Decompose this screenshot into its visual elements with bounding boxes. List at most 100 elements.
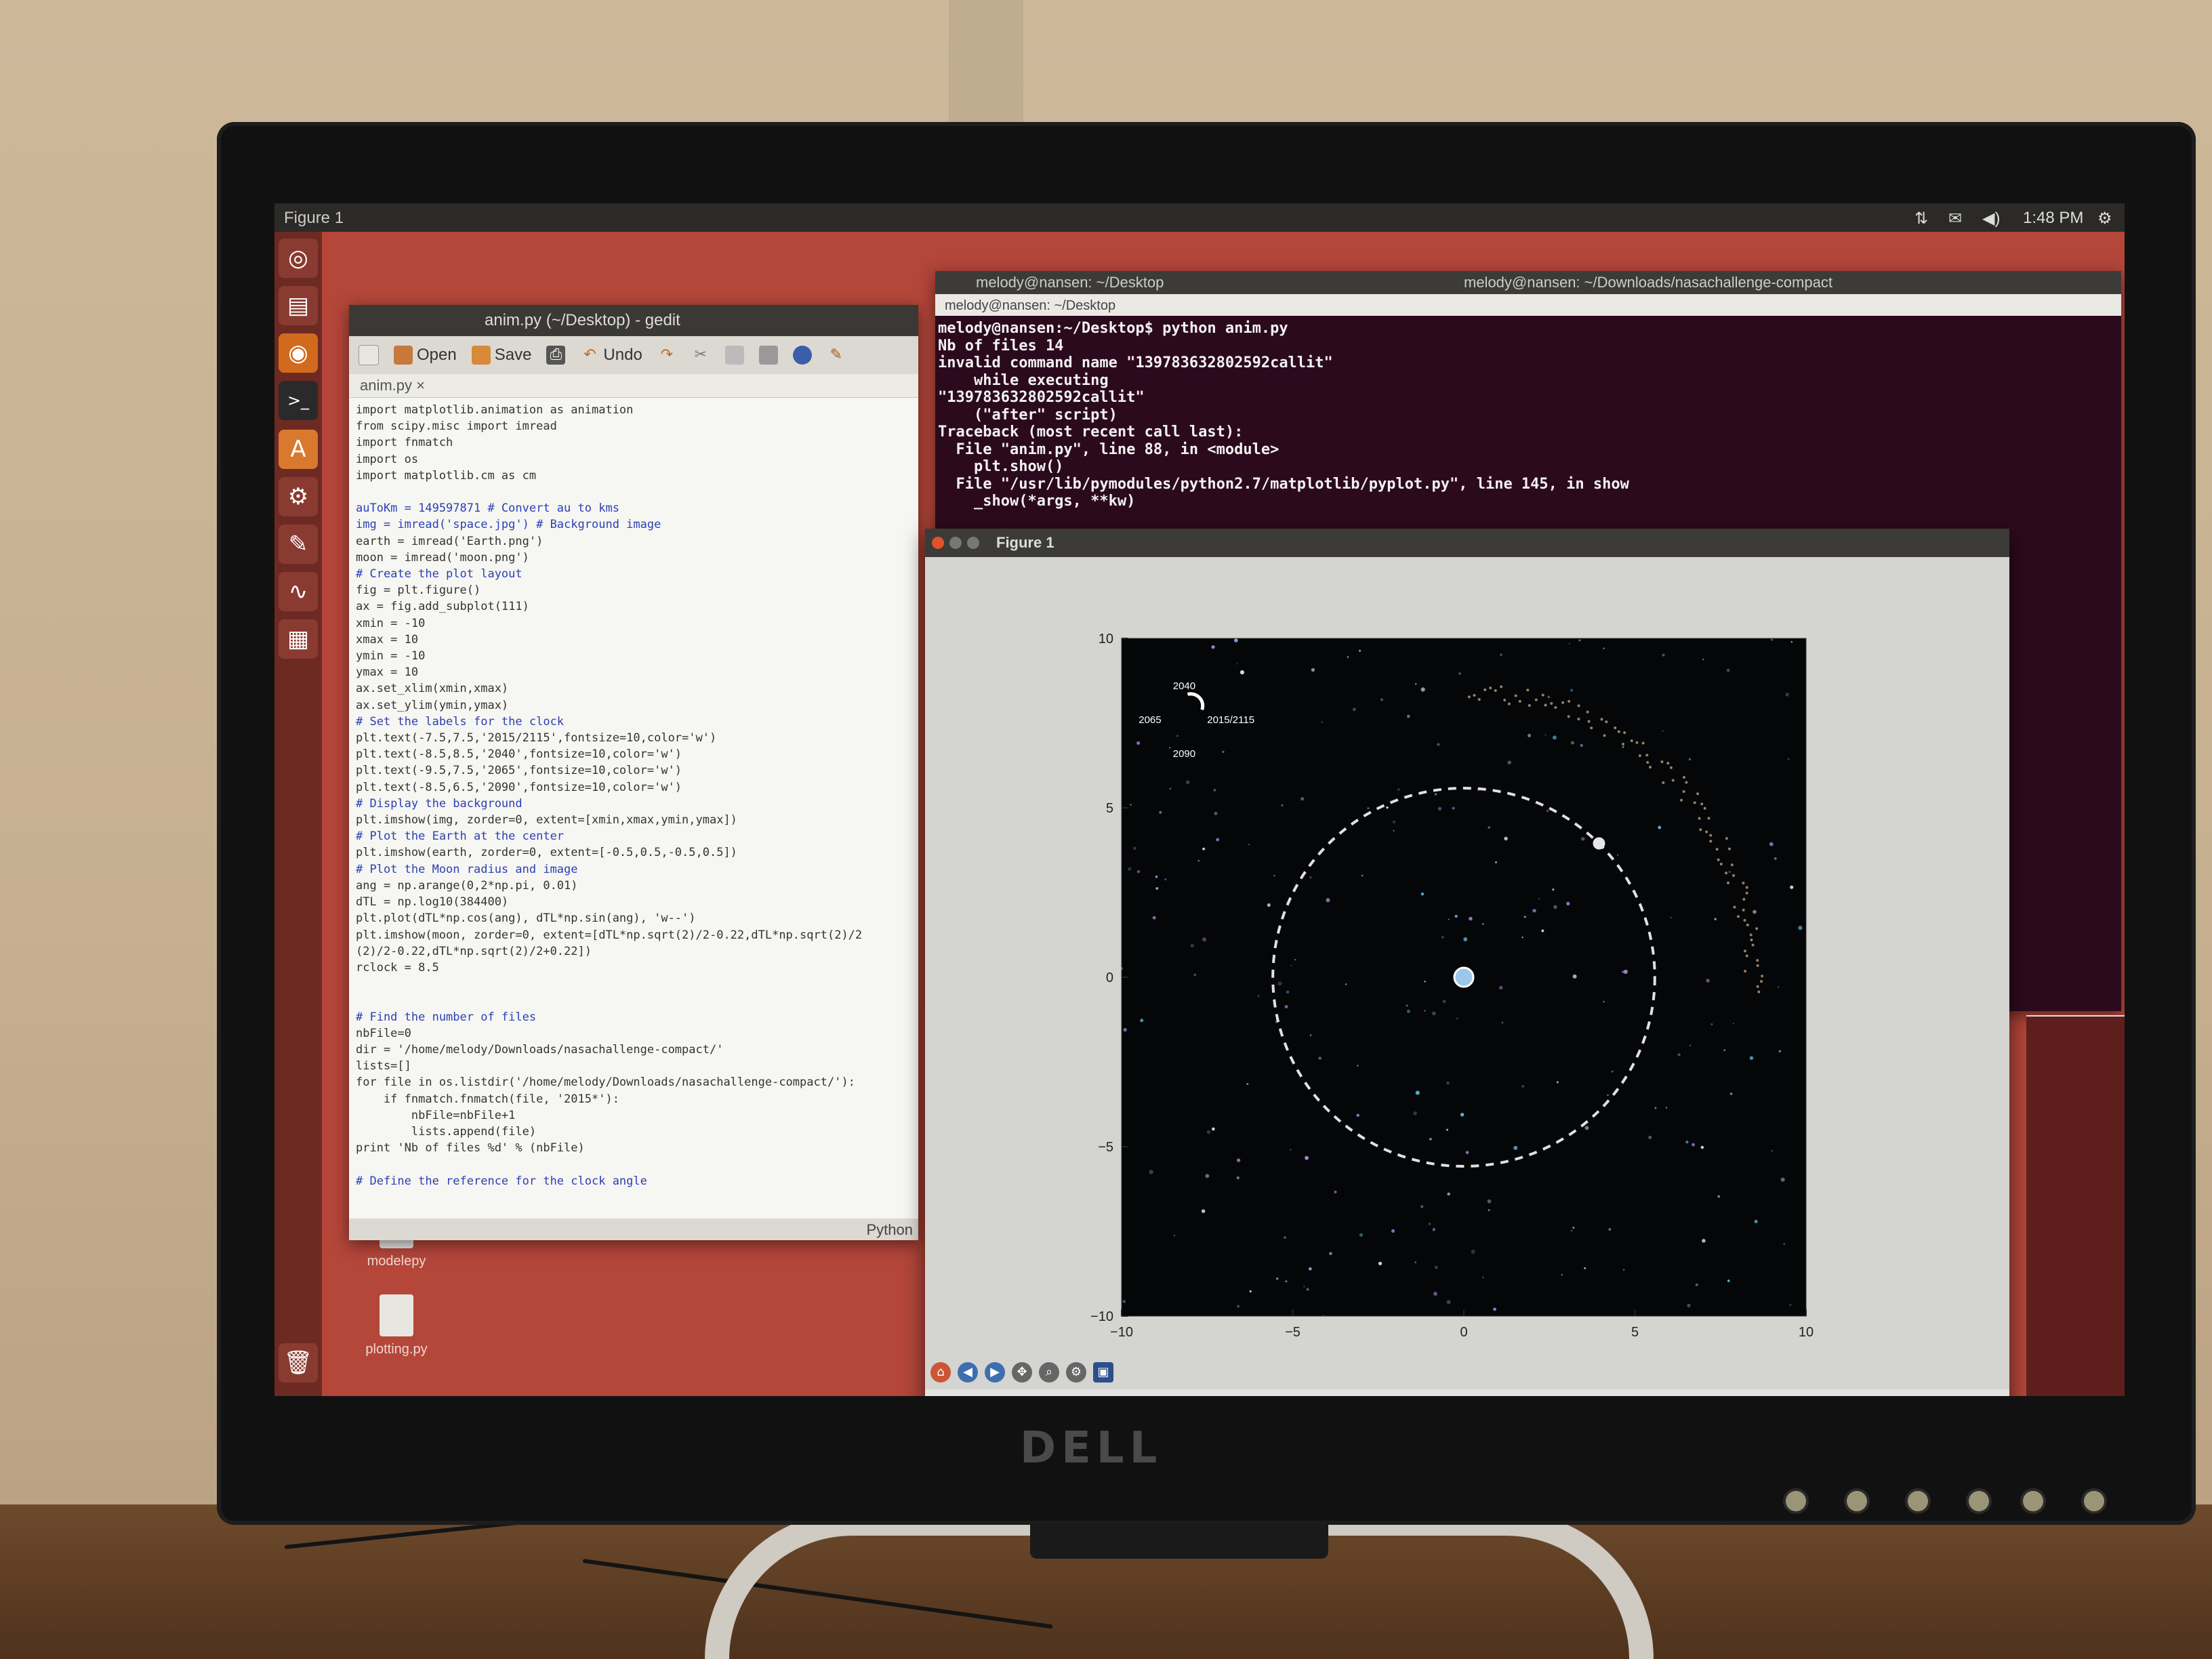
home-icon[interactable]: ⌂: [930, 1362, 951, 1382]
monitor-button[interactable]: [2023, 1491, 2043, 1511]
desktop-file-icon[interactable]: plotting.py: [356, 1294, 437, 1357]
star-arc-point: [1590, 726, 1593, 730]
background-star: [1692, 1143, 1696, 1147]
workspace-switcher-icon[interactable]: ▦: [279, 619, 318, 659]
monitor-power-button[interactable]: [2084, 1491, 2104, 1511]
star-arc-point: [1726, 881, 1729, 884]
background-star: [1123, 1027, 1127, 1032]
background-star: [1695, 1284, 1698, 1286]
forward-icon[interactable]: ▶: [985, 1362, 1005, 1382]
background-star: [1580, 743, 1583, 747]
find-icon[interactable]: [792, 346, 812, 365]
monitor-button[interactable]: [1969, 1491, 1989, 1511]
monitor-button[interactable]: [1786, 1491, 1806, 1511]
replace-icon[interactable]: ✎: [827, 346, 846, 365]
background-star: [1754, 1219, 1758, 1224]
paste-icon[interactable]: [758, 346, 778, 365]
minimize-icon[interactable]: [949, 537, 962, 549]
star-arc-point: [1742, 882, 1745, 885]
mail-icon[interactable]: ✉: [1948, 209, 1962, 228]
background-star: [1303, 1286, 1305, 1288]
background-star: [1488, 1209, 1490, 1212]
star-arc-point: [1743, 918, 1746, 922]
print-icon[interactable]: ⎙: [546, 346, 566, 365]
background-star: [1507, 760, 1512, 765]
plot-canvas[interactable]: 2040 2065 2015/2115 2090 −10 −5 0 5 10 10 5 0 −5 −10: [925, 557, 2009, 1357]
star-arc-point: [1707, 817, 1711, 820]
monitor-button[interactable]: [1908, 1491, 1928, 1511]
star-arc-point: [1733, 905, 1736, 909]
files-icon[interactable]: ▤: [279, 286, 318, 325]
configure-icon[interactable]: ⚙: [1066, 1362, 1086, 1382]
tab-anim-py[interactable]: anim.py ×: [349, 374, 918, 398]
terminal-output[interactable]: melody@nansen:~/Desktop$ python anim.py N…: [935, 316, 2121, 510]
dash-icon[interactable]: ◎: [279, 239, 318, 278]
background-window: [2026, 1017, 2125, 1396]
close-icon[interactable]: [932, 537, 944, 549]
star-arc-point: [1725, 837, 1728, 840]
code-editor[interactable]: import matplotlib.animation as animation…: [349, 398, 918, 1208]
star-arc-point: [1646, 761, 1650, 764]
background-star: [1222, 750, 1225, 754]
background-star: [1431, 1011, 1436, 1016]
background-star: [1658, 825, 1662, 830]
star-arc-point: [1541, 693, 1544, 697]
code-line: if fnmatch.fnmatch(file, '2015*'):: [356, 1092, 619, 1106]
volume-icon[interactable]: ◀): [1982, 209, 2000, 228]
clock-label: 2015/2115: [1207, 714, 1254, 726]
terminal-tab[interactable]: melody@nansen: ~/Desktop: [945, 298, 1115, 314]
figure-titlebar[interactable]: Figure 1: [925, 529, 2009, 557]
code-line: rclock = 8.5: [356, 960, 439, 975]
redo-icon[interactable]: ↷: [657, 346, 676, 365]
save-button[interactable]: Save: [471, 346, 531, 365]
zoom-icon[interactable]: ⌕: [1039, 1362, 1059, 1382]
clock[interactable]: 1:48 PM: [2023, 209, 2083, 228]
undo-icon: ↶: [583, 346, 596, 363]
software-center-icon[interactable]: A: [279, 430, 318, 469]
background-star: [1415, 682, 1417, 685]
session-gear-icon[interactable]: ⚙: [2097, 209, 2112, 228]
star-arc-point: [1550, 701, 1553, 705]
background-star: [1321, 721, 1324, 723]
background-star: [1572, 974, 1577, 979]
terminal-titlebar[interactable]: melody@nansen: ~/Desktop melody@nansen: …: [935, 271, 2121, 294]
star-arc-point: [1567, 715, 1570, 718]
background-star: [1463, 937, 1468, 941]
text-editor-icon[interactable]: ✎: [279, 525, 318, 564]
background-star: [1662, 653, 1665, 657]
pan-icon[interactable]: ✥: [1012, 1362, 1032, 1382]
terminal-icon[interactable]: >_: [279, 381, 318, 420]
back-icon[interactable]: ◀: [958, 1362, 978, 1382]
background-star: [1790, 885, 1794, 889]
star-arc-point: [1503, 699, 1507, 702]
background-star: [1778, 986, 1780, 988]
star-arc-point: [1745, 891, 1748, 895]
cut-icon[interactable]: ✂: [691, 346, 710, 365]
gedit-titlebar[interactable]: anim.py (~/Desktop) - gedit: [349, 305, 918, 336]
system-monitor-icon[interactable]: ∿: [279, 572, 318, 611]
background-star: [1568, 642, 1571, 644]
save-figure-icon[interactable]: ▣: [1093, 1362, 1113, 1382]
open-button[interactable]: Open: [394, 346, 457, 365]
background-star: [1122, 1300, 1126, 1303]
star-arc-point: [1507, 702, 1511, 705]
monitor-button[interactable]: [1847, 1491, 1867, 1511]
language-selector[interactable]: Python: [867, 1221, 914, 1239]
star-arc-point: [1544, 703, 1547, 707]
x-tick-label: −10: [1110, 1325, 1133, 1340]
new-document-icon[interactable]: [359, 345, 379, 365]
network-icon[interactable]: ⇅: [1914, 209, 1928, 228]
star-arc-point: [1742, 908, 1745, 912]
background-star: [1546, 809, 1549, 813]
code-line: ax.set_xlim(xmin,xmax): [356, 682, 509, 696]
background-star: [1311, 668, 1315, 672]
maximize-icon[interactable]: [967, 537, 979, 549]
settings-icon[interactable]: ⚙: [279, 477, 318, 516]
background-star: [1448, 918, 1450, 920]
star-arc-point: [1622, 743, 1625, 746]
firefox-icon[interactable]: ◉: [279, 333, 318, 373]
undo-button[interactable]: ↶ Undo: [580, 346, 642, 365]
code-line: import os: [356, 452, 419, 466]
trash-icon[interactable]: 🗑: [279, 1343, 318, 1382]
copy-icon[interactable]: [724, 346, 744, 365]
